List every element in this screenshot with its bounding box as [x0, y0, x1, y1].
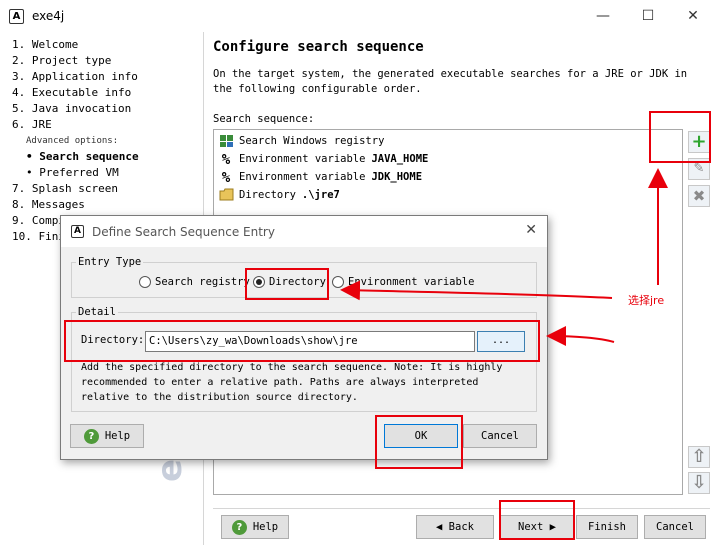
help-button-label: Help	[252, 521, 279, 533]
define-search-entry-dialog: A Define Search Sequence Entry ✕ Entry T…	[60, 215, 548, 460]
ok-button[interactable]: OK	[384, 424, 458, 448]
app-logo-icon: A	[9, 9, 24, 24]
browse-button[interactable]: ...	[477, 331, 525, 352]
entry-type-label: Entry Type	[78, 256, 142, 268]
list-item[interactable]: Directory .\jre7	[218, 186, 340, 204]
add-entry-button[interactable]: +	[688, 131, 710, 153]
move-up-button[interactable]: ⇧	[688, 446, 710, 468]
registry-icon	[218, 134, 234, 148]
step-application-info[interactable]: 3. Application info	[12, 70, 138, 83]
radio-environment-variable[interactable]: Environment variable	[332, 276, 474, 288]
radio-label: Environment variable	[348, 276, 475, 288]
next-button[interactable]: Next ▶	[500, 515, 574, 539]
step-welcome[interactable]: 1. Welcome	[12, 38, 78, 51]
directory-note: Add the specified directory to the searc…	[81, 362, 503, 403]
dialog-close-button[interactable]: ✕	[525, 222, 537, 238]
back-button[interactable]: ◀ Back	[416, 515, 494, 539]
dialog-help-label: Help	[104, 430, 131, 442]
help-icon: ?	[231, 519, 247, 535]
remove-entry-button[interactable]: ✖	[688, 185, 710, 207]
radio-label: Search registry	[155, 276, 250, 288]
radio-indicator	[253, 276, 265, 288]
title-bar: A exe4j — ☐ ✕	[0, 0, 716, 32]
step-messages[interactable]: 8. Messages	[12, 198, 85, 211]
radio-search-registry[interactable]: Search registry	[139, 276, 250, 288]
maximize-button[interactable]: ☐	[625, 4, 671, 28]
edit-entry-button[interactable]: ✎	[688, 158, 710, 180]
directory-input[interactable]: C:\Users\zy_wa\Downloads\show\jre	[145, 331, 475, 352]
list-item[interactable]: % Environment variable JAVA_HOME	[218, 150, 429, 168]
step-project-type[interactable]: 2. Project type	[12, 54, 111, 67]
dialog-help-button[interactable]: ? Help	[70, 424, 144, 448]
list-item-value: .\jre7	[301, 189, 340, 201]
step-compile[interactable]: 9. Compi	[12, 214, 65, 227]
step-splash-screen[interactable]: 7. Splash screen	[12, 182, 118, 195]
list-item-label: Environment variable	[239, 153, 366, 165]
finish-button[interactable]: Finish	[576, 515, 638, 539]
step-java-invocation[interactable]: 5. Java invocation	[12, 102, 131, 115]
step-jre[interactable]: 6. JRE	[12, 118, 52, 131]
list-item-label: Directory	[239, 189, 296, 201]
directory-label: Directory:	[81, 334, 145, 346]
move-down-button[interactable]: ⇩	[688, 472, 710, 494]
detail-label: Detail	[78, 306, 116, 318]
dialog-cancel-button[interactable]: Cancel	[463, 424, 537, 448]
step-executable-info[interactable]: 4. Executable info	[12, 86, 131, 99]
list-item[interactable]: % Environment variable JDK_HOME	[218, 168, 422, 186]
window-title: exe4j	[32, 9, 65, 23]
list-item-label: Search Windows registry	[239, 135, 385, 147]
step-preferred-vm[interactable]: • Preferred VM	[26, 166, 119, 179]
radio-indicator	[139, 276, 151, 288]
search-sequence-label: Search sequence:	[213, 113, 315, 125]
dialog-title: Define Search Sequence Entry	[92, 225, 275, 239]
dialog-logo-icon: A	[71, 225, 84, 238]
minimize-button[interactable]: —	[580, 4, 626, 28]
annotation-text: 选择jre	[628, 294, 665, 307]
percent-icon: %	[221, 170, 231, 186]
page-description: On the target system, the generated exec…	[213, 68, 688, 95]
folder-icon	[218, 188, 234, 202]
advanced-options-label: Advanced options:	[26, 136, 119, 146]
radio-label: Directory	[269, 276, 326, 288]
radio-directory[interactable]: Directory	[253, 276, 326, 288]
page-title: Configure search sequence	[213, 39, 424, 55]
help-icon: ?	[83, 428, 99, 444]
list-item-value: JDK_HOME	[371, 171, 423, 183]
cancel-button[interactable]: Cancel	[644, 515, 706, 539]
help-button[interactable]: ? Help	[221, 515, 289, 539]
list-item-value: JAVA_HOME	[371, 153, 429, 165]
list-item-label: Environment variable	[239, 171, 366, 183]
step-finish[interactable]: 10. Fini	[12, 230, 65, 243]
radio-indicator	[332, 276, 344, 288]
list-item[interactable]: Search Windows registry	[218, 132, 384, 150]
wizard-button-bar: ? Help ◀ Back Next ▶ Finish Cancel	[213, 508, 710, 542]
percent-icon: %	[221, 152, 231, 168]
close-button[interactable]: ✕	[670, 4, 716, 28]
step-search-sequence[interactable]: • Search sequence	[26, 150, 139, 163]
dialog-title-bar: A Define Search Sequence Entry ✕	[61, 216, 547, 247]
